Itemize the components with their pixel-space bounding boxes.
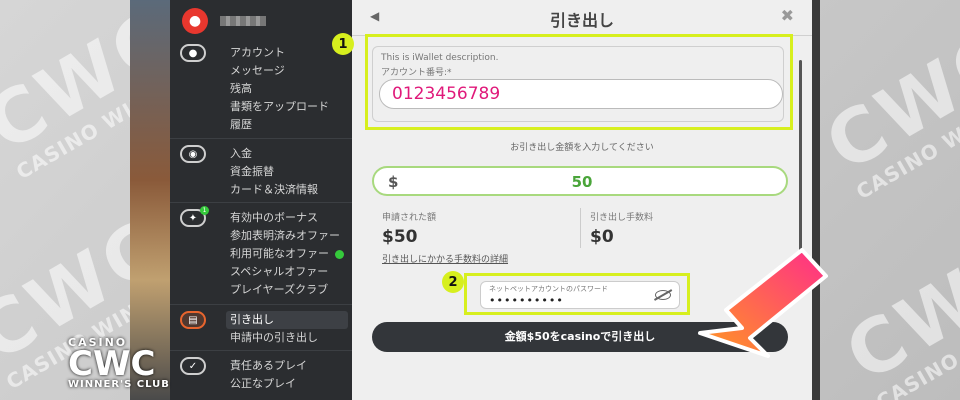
watermark-logo: CWCCASINO WINNER'S CLUB [811,12,960,205]
withdraw-fee: 引き出し手数料 $0 [590,210,653,247]
sidebar-item-responsible-play[interactable]: 責任あるプレイ [230,357,307,375]
status-dot-icon [335,249,344,259]
sidebar-item-account[interactable]: アカウント [230,44,329,62]
sidebar-item-history[interactable]: 履歴 [230,116,329,134]
coins-icon: ◉ [180,145,206,163]
watermark-logo: CWCCASINO WINNER'S CLUB [831,222,960,400]
sidebar-item-special-offers[interactable]: スペシャルオファー [230,263,344,281]
user-header: ● [182,8,266,34]
close-icon[interactable]: ✖ [781,6,794,25]
divider [170,304,352,305]
sidebar-item-balance[interactable]: 残高 [230,80,329,98]
sidebar-item-withdraw[interactable]: 引き出し [226,311,348,329]
divider [170,138,352,139]
callout-number-1: 1 [332,33,354,55]
divider [170,202,352,203]
pointer-arrow-icon [698,248,828,358]
gift-icon: ✦ 1 [180,206,209,227]
fee-value: $0 [590,227,614,247]
callout-highlight-1 [365,34,793,130]
sidebar-item-transfer[interactable]: 資金振替 [230,163,318,181]
username-blurred [220,16,266,26]
divider [170,350,352,351]
corner-logo: CASINO CWC WINNER'S CLUB [68,336,170,390]
amount-value: 50 [571,173,593,191]
sidebar-item-upload-documents[interactable]: 書類をアップロード [230,98,329,116]
sidebar-item-messages[interactable]: メッセージ [230,62,329,80]
modal-header: ◀ 引き出し ✖ [352,0,812,36]
callout-number-2: 2 [442,271,464,293]
account-sidebar: ● ● アカウント メッセージ 残高 書類をアップロード 履歴 ◉ 入金 資金振… [170,0,352,400]
notification-badge: 1 [200,206,209,215]
sidebar-item-pending-withdraw[interactable]: 申請中の引き出し [230,329,348,347]
sidebar-item-card-payment[interactable]: カード＆決済情報 [230,181,318,199]
avatar[interactable]: ● [182,8,208,34]
sidebar-item-active-bonus[interactable]: 有効中のボーナス [230,209,344,227]
withdraw-icon: ▤ [180,311,206,329]
divider [580,208,581,248]
requested-amount: 申請された額 $50 [382,210,436,247]
callout-highlight-2 [464,273,690,315]
fee-label: 引き出し手数料 [590,213,654,223]
sidebar-item-deposit[interactable]: 入金 [230,145,318,163]
amount-hint: お引き出し金額を入力してください [510,143,654,153]
requested-label: 申請された額 [382,213,437,223]
sidebar-item-joined-offers[interactable]: 参加表明済みオファー [230,227,344,245]
sidebar-item-players-club[interactable]: プレイヤーズクラブ [230,281,344,299]
requested-value: $50 [382,227,418,247]
person-icon: ● [180,44,206,62]
fee-details-link[interactable]: 引き出しにかかる手数料の詳細 [382,252,508,265]
sidebar-item-available-offers[interactable]: 利用可能なオファー [230,245,344,263]
modal-title: 引き出し [549,11,614,30]
shield-icon: ✓ [180,357,206,375]
sidebar-item-fair-play[interactable]: 公正なプレイ [230,375,307,393]
amount-input[interactable]: $ 50 [372,166,788,196]
